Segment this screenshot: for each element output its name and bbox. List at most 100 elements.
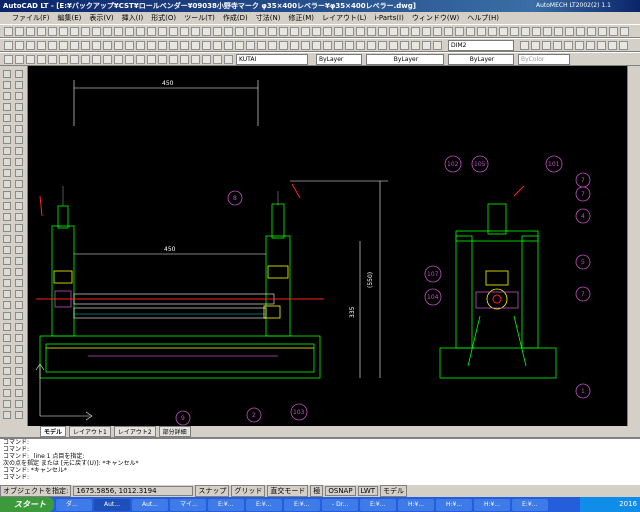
- toolbar-button[interactable]: [411, 27, 420, 36]
- taskbar-item[interactable]: E:¥...: [246, 498, 282, 511]
- toolbar-button[interactable]: [213, 27, 222, 36]
- tool-button[interactable]: [3, 81, 11, 89]
- toolbar-button[interactable]: [444, 27, 453, 36]
- toolbar-button[interactable]: [356, 27, 365, 36]
- toolbar-button[interactable]: [389, 27, 398, 36]
- toolbar-button[interactable]: [345, 27, 354, 36]
- tool-button[interactable]: [3, 158, 11, 166]
- toolbar-button[interactable]: [268, 27, 277, 36]
- toolbar-button[interactable]: [466, 27, 475, 36]
- toolbar-button[interactable]: [213, 41, 222, 50]
- tab-layout1[interactable]: レイアウト1: [69, 425, 111, 437]
- tool-button[interactable]: [3, 257, 11, 265]
- toolbar-button[interactable]: [92, 41, 101, 50]
- toggle-model[interactable]: モデル: [380, 485, 408, 497]
- tool-button[interactable]: [3, 202, 11, 210]
- toolbar-button[interactable]: [202, 55, 211, 64]
- tab-layout2[interactable]: レイアウト2: [113, 425, 156, 437]
- tool-button[interactable]: [15, 389, 23, 397]
- tool-button[interactable]: [3, 235, 11, 243]
- toggle-polar[interactable]: 極: [310, 485, 324, 497]
- toolbar-button[interactable]: [400, 27, 409, 36]
- toolbar-button[interactable]: [477, 27, 486, 36]
- menu-draw[interactable]: 作成(D): [223, 13, 248, 23]
- menu-view[interactable]: 表示(V): [89, 13, 113, 23]
- toolbar-button[interactable]: [312, 41, 321, 50]
- toolbar-button[interactable]: [619, 41, 628, 50]
- tool-button[interactable]: [15, 290, 23, 298]
- toolbar-button[interactable]: [59, 41, 68, 50]
- toolbar-button[interactable]: [191, 41, 200, 50]
- toolbar-button[interactable]: [213, 55, 222, 64]
- command-window[interactable]: コマンド: コマンド: コマンド: _line 1 点目を指定: 次の点を指定 …: [0, 437, 640, 485]
- toolbar-button[interactable]: [147, 55, 156, 64]
- toolbar-button[interactable]: [202, 41, 211, 50]
- menu-insert[interactable]: 挿入(I): [122, 13, 144, 23]
- toolbar-button[interactable]: [279, 27, 288, 36]
- toolbar-button[interactable]: [257, 41, 266, 50]
- toolbar-button[interactable]: [202, 27, 211, 36]
- toolbar-button[interactable]: [422, 27, 431, 36]
- tool-button[interactable]: [3, 246, 11, 254]
- toolbar-button[interactable]: [301, 41, 310, 50]
- tool-button[interactable]: [15, 213, 23, 221]
- toolbar-button[interactable]: [48, 27, 57, 36]
- toolbar-button[interactable]: [70, 27, 79, 36]
- toolbar-button[interactable]: [125, 55, 134, 64]
- toolbar-button[interactable]: [235, 27, 244, 36]
- toolbar-button[interactable]: [334, 41, 343, 50]
- toolbar-button[interactable]: [169, 27, 178, 36]
- toolbar-button[interactable]: [158, 41, 167, 50]
- tool-button[interactable]: [3, 400, 11, 408]
- taskbar-item[interactable]: E:¥...: [512, 498, 548, 511]
- taskbar-item[interactable]: E:¥...: [208, 498, 244, 511]
- tool-button[interactable]: [15, 169, 23, 177]
- toolbar-button[interactable]: [158, 27, 167, 36]
- tool-button[interactable]: [15, 191, 23, 199]
- toolbar-button[interactable]: [575, 41, 584, 50]
- toolbar-button[interactable]: [323, 41, 332, 50]
- tool-button[interactable]: [3, 125, 11, 133]
- toolbar-button[interactable]: [520, 41, 529, 50]
- toolbar-button[interactable]: [169, 41, 178, 50]
- taskbar-item[interactable]: E:¥...: [284, 498, 320, 511]
- toolbar-button[interactable]: [136, 55, 145, 64]
- toolbar-button[interactable]: [608, 41, 617, 50]
- tab-detail[interactable]: 部分詳細: [158, 425, 191, 437]
- toolbar-button[interactable]: [48, 41, 57, 50]
- toolbar-button[interactable]: [356, 41, 365, 50]
- toolbar-button[interactable]: [609, 27, 618, 36]
- toolbar-button[interactable]: [433, 27, 442, 36]
- tool-button[interactable]: [3, 301, 11, 309]
- toolbar-button[interactable]: [290, 41, 299, 50]
- tool-button[interactable]: [3, 103, 11, 111]
- tool-button[interactable]: [15, 356, 23, 364]
- taskbar-item[interactable]: ダ...: [56, 498, 92, 511]
- toolbar-button[interactable]: [576, 27, 585, 36]
- toolbar-button[interactable]: [103, 55, 112, 64]
- linetype-combo[interactable]: ByLayer: [366, 54, 444, 65]
- toolbar-button[interactable]: [224, 55, 233, 64]
- toolbar-button[interactable]: [224, 27, 233, 36]
- toolbar-button[interactable]: [4, 55, 13, 64]
- toolbar-button[interactable]: [290, 27, 299, 36]
- tool-button[interactable]: [3, 345, 11, 353]
- dimstyle-combo[interactable]: DIM2: [448, 40, 514, 51]
- tool-button[interactable]: [15, 378, 23, 386]
- toolbar-button[interactable]: [235, 41, 244, 50]
- toolbar-button[interactable]: [367, 41, 376, 50]
- tab-model[interactable]: モデル: [40, 425, 67, 437]
- tool-button[interactable]: [3, 213, 11, 221]
- layer-combo[interactable]: KUTAI: [236, 54, 308, 65]
- toggle-snap[interactable]: スナップ: [195, 485, 230, 497]
- tool-button[interactable]: [15, 257, 23, 265]
- tool-button[interactable]: [3, 180, 11, 188]
- tool-button[interactable]: [3, 312, 11, 320]
- tool-button[interactable]: [3, 290, 11, 298]
- menu-format[interactable]: 形式(O): [151, 13, 176, 23]
- tool-button[interactable]: [3, 147, 11, 155]
- menu-file[interactable]: ファイル(F): [12, 13, 50, 23]
- tool-button[interactable]: [15, 235, 23, 243]
- toolbar-button[interactable]: [268, 41, 277, 50]
- menu-layout[interactable]: レイアウト(L): [322, 13, 366, 23]
